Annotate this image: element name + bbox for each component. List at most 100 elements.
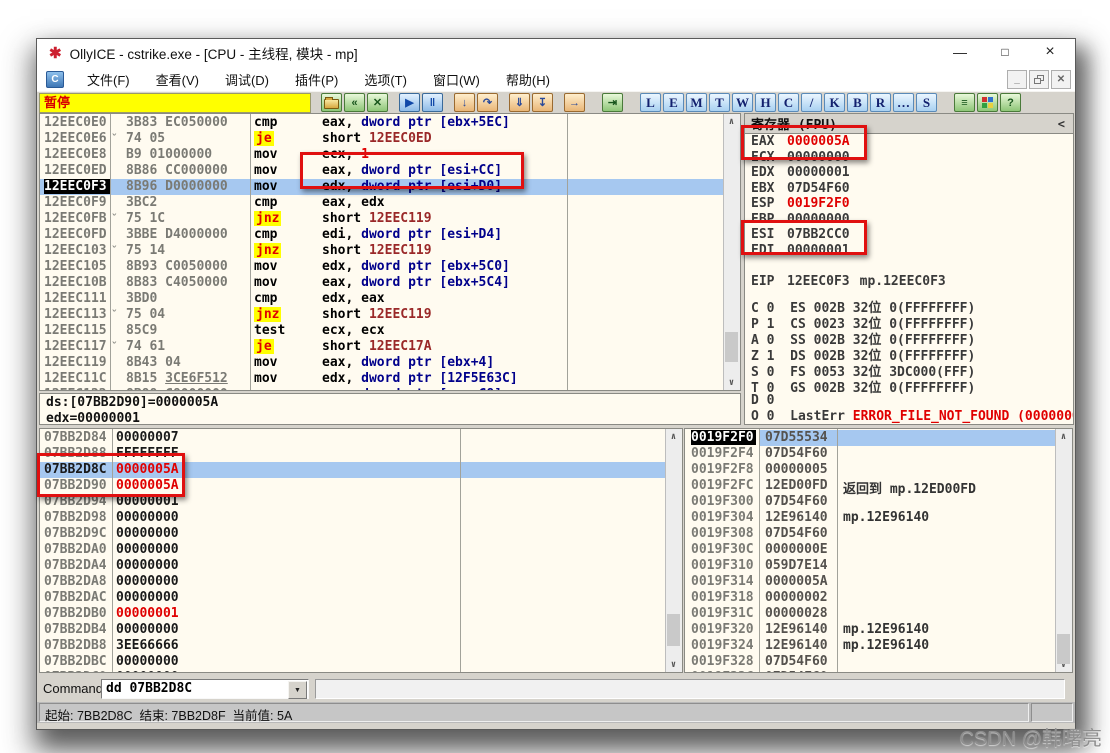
stack-scrollbar[interactable]: ∧ ∨: [1055, 429, 1072, 672]
step-into-button[interactable]: ↓: [454, 93, 475, 112]
column-divider[interactable]: [250, 114, 251, 390]
flag-row[interactable]: C 0 ES 002B 32位 0(FFFFFFFF): [751, 297, 975, 312]
disasm-row[interactable]: 12EEC0FD3BBE D4000000cmpedi, dword ptr […: [40, 227, 726, 243]
dump-row[interactable]: 07BB2DB83EE66666: [40, 638, 668, 654]
column-divider[interactable]: [759, 429, 760, 672]
pause-button[interactable]: ‖: [422, 93, 443, 112]
stack-pane[interactable]: 0019F2F007D555340019F2F407D54F600019F2F8…: [684, 428, 1073, 673]
menu-item-6[interactable]: 帮助(H): [493, 70, 563, 89]
dump-row[interactable]: 07BB2DA400000000: [40, 558, 668, 574]
disasm-row[interactable]: 12EEC1198B43 04moveax, dword ptr [ebx+4]: [40, 355, 726, 371]
stack-row[interactable]: 0019F310059D7E14: [685, 558, 1058, 574]
dump-row[interactable]: 07BB2DB400000000: [40, 622, 668, 638]
menu-item-0[interactable]: 文件(F): [74, 70, 143, 89]
flag-row[interactable]: D 0: [751, 393, 774, 408]
flag-row[interactable]: A 0 SS 002B 32位 0(FFFFFFFF): [751, 329, 975, 344]
view-memory-button-button[interactable]: M: [686, 93, 707, 112]
view-cpu-button-button[interactable]: C: [778, 93, 799, 112]
view-threads-button-button[interactable]: T: [709, 93, 730, 112]
stack-row[interactable]: 0019F30807D54F60: [685, 526, 1058, 542]
stack-row[interactable]: 0019F2FC12ED00FD返回到 mp.12ED00FD: [685, 478, 1058, 494]
scrollbar-thumb[interactable]: [725, 332, 738, 362]
view-windows-button-button[interactable]: W: [732, 93, 753, 112]
stack-row[interactable]: 0019F32C07D54F60: [685, 670, 1058, 673]
view-runtrace-button-button[interactable]: …: [893, 93, 914, 112]
flag-row[interactable]: Z 1 DS 002B 32位 0(FFFFFFFF): [751, 345, 975, 360]
column-divider[interactable]: [837, 429, 838, 672]
stack-row[interactable]: 0019F2F407D54F60: [685, 446, 1058, 462]
disasm-row[interactable]: 12EEC1228B88 C8000000movecx, dword ptr […: [40, 387, 726, 391]
stack-row[interactable]: 0019F32412E96140mp.12E96140: [685, 638, 1058, 654]
collapse-icon[interactable]: <: [1058, 117, 1065, 131]
disasm-row[interactable]: 12EEC11C8B15 3CE6F512movedx, dword ptr […: [40, 371, 726, 387]
titlebar[interactable]: ✱ OllyICE - cstrike.exe - [CPU - 主线程, 模块…: [37, 39, 1075, 67]
disasm-row[interactable]: 12EEC113ˇ75 04jnzshort 12EEC119: [40, 307, 726, 323]
disasm-row[interactable]: 12EEC103ˇ75 14jnzshort 12EEC119: [40, 243, 726, 259]
register-row[interactable]: EBX07D54F60: [751, 181, 850, 196]
scrollbar-thumb[interactable]: [667, 614, 680, 646]
dump-row[interactable]: 07BB2DC000000000: [40, 670, 668, 673]
stack-row[interactable]: 0019F2F007D55534: [685, 430, 1058, 446]
disasm-row[interactable]: 12EEC117ˇ74 61jeshort 12EEC17A: [40, 339, 726, 355]
scroll-up-icon[interactable]: ∧: [1056, 429, 1071, 444]
dump-row[interactable]: 07BB2D8400000007: [40, 430, 668, 446]
column-divider[interactable]: [460, 429, 461, 672]
disasm-row[interactable]: 12EEC11585C9testecx, ecx: [40, 323, 726, 339]
dump-row[interactable]: 07BB2D9800000000: [40, 510, 668, 526]
dump-row[interactable]: 07BB2D9C00000000: [40, 526, 668, 542]
dump-row[interactable]: 07BB2DA000000000: [40, 542, 668, 558]
stack-row[interactable]: 0019F3140000005A: [685, 574, 1058, 590]
register-row[interactable]: EDX00000001: [751, 165, 850, 180]
stack-row[interactable]: 0019F32012E96140mp.12E96140: [685, 622, 1058, 638]
scroll-up-icon[interactable]: ∧: [666, 429, 681, 444]
menu-item-1[interactable]: 查看(V): [143, 70, 212, 89]
stack-row[interactable]: 0019F32807D54F60: [685, 654, 1058, 670]
menu-item-3[interactable]: 插件(P): [282, 70, 351, 89]
close-process-button[interactable]: ✕: [367, 93, 388, 112]
stack-row[interactable]: 0019F30007D54F60: [685, 494, 1058, 510]
menu-item-4[interactable]: 选项(T): [351, 70, 420, 89]
scrollbar-thumb[interactable]: [1057, 634, 1070, 664]
disasm-row[interactable]: 12EEC0E03B83 EC050000cmpeax, dword ptr […: [40, 115, 726, 131]
mdi-close-button[interactable]: ✕: [1051, 70, 1071, 89]
mdi-minimize-button[interactable]: _: [1007, 70, 1027, 89]
menu-item-5[interactable]: 窗口(W): [420, 70, 493, 89]
open-file-button[interactable]: [321, 93, 342, 112]
animate-over-button[interactable]: ↧: [532, 93, 553, 112]
register-row-eip[interactable]: EIP12EEC0F3mp.12EEC0F3: [751, 274, 946, 289]
disasm-scrollbar[interactable]: ∧ ∨: [723, 114, 740, 390]
disasm-row[interactable]: 12EEC0E6ˇ74 05jeshort 12EEC0ED: [40, 131, 726, 147]
view-callstack-button-button[interactable]: K: [824, 93, 845, 112]
execute-till-return-button[interactable]: →: [564, 93, 585, 112]
flag-row[interactable]: S 0 FS 0053 32位 3DC000(FFF): [751, 361, 975, 376]
maximize-button[interactable]: □: [988, 39, 1022, 65]
stack-row[interactable]: 0019F31800000002: [685, 590, 1058, 606]
menu-item-2[interactable]: 调试(D): [212, 70, 282, 89]
mdi-restore-button[interactable]: [1029, 70, 1049, 89]
disasm-row[interactable]: 12EEC1113BD0cmpedx, eax: [40, 291, 726, 307]
step-over-button[interactable]: ↷: [477, 93, 498, 112]
minimize-button[interactable]: —: [943, 39, 977, 65]
stack-row[interactable]: 0019F31C00000028: [685, 606, 1058, 622]
view-executables-button-button[interactable]: E: [663, 93, 684, 112]
stack-row[interactable]: 0019F30C0000000E: [685, 542, 1058, 558]
disasm-row[interactable]: 12EEC0FBˇ75 1Cjnzshort 12EEC119: [40, 211, 726, 227]
go-to-button[interactable]: ⇥: [602, 93, 623, 112]
stack-row[interactable]: 0019F2F800000005: [685, 462, 1058, 478]
dump-row[interactable]: 07BB2DAC00000000: [40, 590, 668, 606]
scroll-down-icon[interactable]: ∨: [724, 375, 739, 390]
view-breakpoints-button-button[interactable]: B: [847, 93, 868, 112]
stack-row[interactable]: 0019F30412E96140mp.12E96140: [685, 510, 1058, 526]
close-button[interactable]: ×: [1033, 39, 1067, 65]
command-input[interactable]: dd 07BB2D8C ▼: [101, 679, 309, 699]
column-divider[interactable]: [110, 114, 111, 390]
view-source-button-button[interactable]: S: [916, 93, 937, 112]
view-patches-button-button[interactable]: /: [801, 93, 822, 112]
register-row[interactable]: ESP0019F2F0: [751, 196, 850, 211]
disasm-row[interactable]: 12EEC0F93BC2cmpeax, edx: [40, 195, 726, 211]
command-dropdown-button[interactable]: ▼: [288, 681, 307, 699]
disasm-row[interactable]: 12EEC1058B93 C0050000movedx, dword ptr […: [40, 259, 726, 275]
dump-row[interactable]: 07BB2DB000000001: [40, 606, 668, 622]
scroll-down-icon[interactable]: ∨: [666, 657, 681, 672]
run-button[interactable]: ▶: [399, 93, 420, 112]
